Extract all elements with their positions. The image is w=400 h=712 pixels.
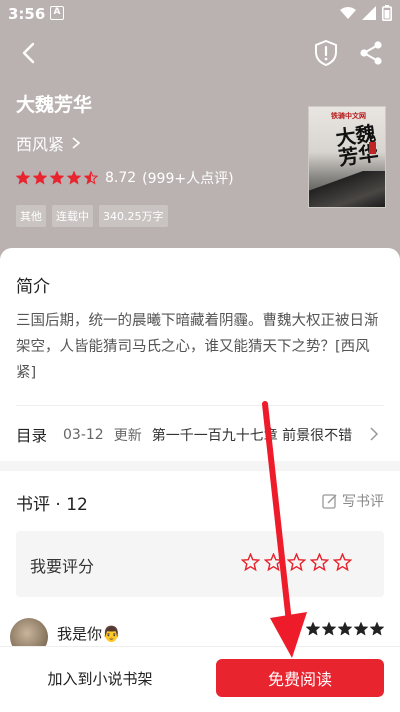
star-icon xyxy=(33,171,47,185)
tag-category: 其他 xyxy=(16,205,46,227)
toc-update: 更新 xyxy=(113,428,142,444)
star-icon xyxy=(322,622,336,636)
book-cover[interactable]: 铁骑中文网 大魏芳华 xyxy=(308,106,386,208)
star-icon xyxy=(338,622,352,636)
rate-label: 我要评分 xyxy=(30,557,95,576)
write-review-label: 写书评 xyxy=(342,494,384,510)
cover-title: 大魏芳华 xyxy=(334,120,380,171)
rating-stars xyxy=(16,171,98,185)
report-button[interactable] xyxy=(313,39,339,67)
rate-stars[interactable] xyxy=(241,553,352,572)
star-icon[interactable] xyxy=(287,553,306,572)
bottom-bar: 加入到小说书架 免费阅读 xyxy=(0,646,400,712)
comment-username: 我是你👨 xyxy=(57,625,121,643)
wifi-icon xyxy=(340,7,356,19)
tag-status: 连载中 xyxy=(52,205,93,227)
comment-item[interactable]: 我是你👨 xyxy=(0,610,400,656)
divider xyxy=(16,405,384,406)
toc-latest-chapter: 第一千一百九十七章 前景很不错 xyxy=(151,428,353,444)
star-icon xyxy=(50,171,64,185)
star-icon xyxy=(67,171,81,185)
tag-wordcount: 340.25万字 xyxy=(99,205,168,227)
star-icon xyxy=(354,622,368,636)
chevron-right-icon xyxy=(370,427,379,441)
status-icons xyxy=(340,5,392,21)
share-icon xyxy=(360,41,382,65)
star-icon xyxy=(306,622,320,636)
star-icon[interactable] xyxy=(241,553,260,572)
star-icon[interactable] xyxy=(264,553,283,572)
back-button[interactable] xyxy=(14,38,44,68)
rating-count: (999+人点评) xyxy=(142,171,234,187)
add-to-shelf-button[interactable]: 加入到小说书架 xyxy=(16,659,184,697)
star-icon xyxy=(370,622,384,636)
battery-icon xyxy=(382,5,392,21)
shield-icon xyxy=(315,39,337,67)
read-free-button[interactable]: 免费阅读 xyxy=(216,659,384,697)
section-gap xyxy=(0,461,400,471)
edit-icon xyxy=(322,494,337,509)
write-review-button[interactable]: 写书评 xyxy=(322,491,384,511)
rate-box: 我要评分 xyxy=(16,531,384,597)
rating-score: 8.72 xyxy=(105,170,137,186)
back-icon xyxy=(22,42,35,64)
author-link[interactable]: 西风紧 xyxy=(16,131,82,155)
star-icon xyxy=(84,171,98,185)
toc-date: 03-12 xyxy=(63,427,104,443)
intro-heading: 简介 xyxy=(16,277,50,297)
intro-text: 三国后期，统一的晨曦下暗藏着阴霾。曹魏大权正被日渐架空，人皆能猜司马氏之心，谁又… xyxy=(16,313,379,381)
book-details: 简介 三国后期，统一的晨曦下暗藏着阴霾。曹魏大权正被日渐架空，人皆能猜司马氏之心… xyxy=(0,248,400,712)
signal-icon xyxy=(362,6,376,20)
reviews-heading: 书评 · 12 xyxy=(16,495,88,515)
share-button[interactable] xyxy=(357,39,385,67)
book-tags: 其他 连载中 340.25万字 xyxy=(16,205,168,227)
toc-row[interactable]: 目录 03-12 更新 第一千一百九十七章 前景很不错 xyxy=(16,420,384,450)
book-title: 大魏芳华 xyxy=(16,94,93,116)
star-icon xyxy=(16,171,30,185)
star-icon[interactable] xyxy=(333,553,352,572)
status-time: 3:56 xyxy=(8,5,46,23)
status-bar: 3:56 A xyxy=(0,0,400,28)
cover-seal xyxy=(369,142,376,154)
rating-row: 8.72 (999+人点评) xyxy=(16,168,234,188)
notification-icon: A xyxy=(50,6,64,20)
cover-art xyxy=(309,171,385,207)
toc-label: 目录 xyxy=(16,427,48,445)
star-icon[interactable] xyxy=(310,553,329,572)
book-header: 3:56 A 大魏芳华 西风紧 8.72 (999+人点评) 其他 连载中 34… xyxy=(0,0,400,262)
comment-stars xyxy=(306,622,384,636)
author-name: 西风紧 xyxy=(16,135,65,154)
top-bar xyxy=(0,30,400,74)
cover-publisher: 铁骑中文网 xyxy=(331,112,366,120)
chevron-right-icon xyxy=(72,137,81,149)
